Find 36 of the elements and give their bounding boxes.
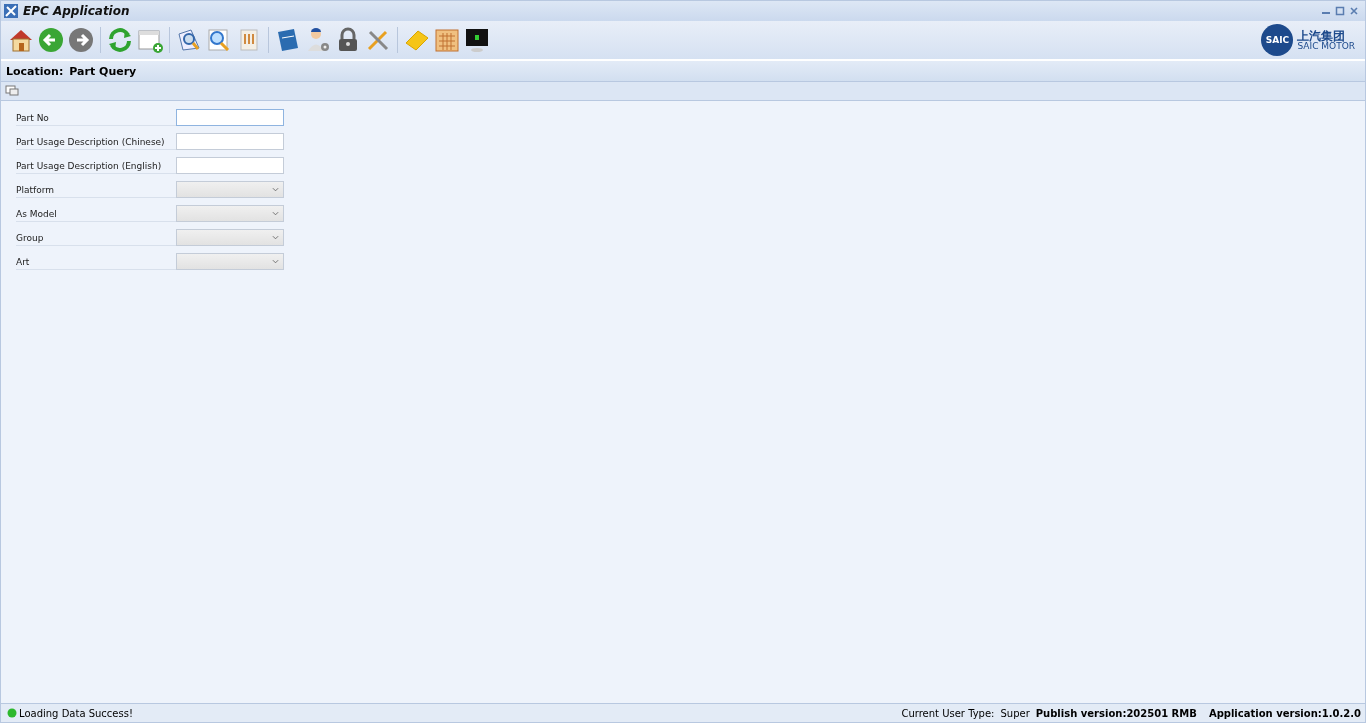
text-field[interactable] xyxy=(176,133,284,150)
dropdown-field[interactable] xyxy=(176,229,284,246)
text-field[interactable] xyxy=(176,157,284,174)
application-version: Application version:1.0.2.0 xyxy=(1208,707,1361,719)
dropdown-field[interactable] xyxy=(176,253,284,270)
magnifier-document-icon[interactable] xyxy=(175,26,203,54)
location-value: Part Query xyxy=(69,64,137,78)
field-label: As Model xyxy=(16,205,176,222)
field-label: Part Usage Description (Chinese) xyxy=(16,133,176,150)
app-icon xyxy=(3,3,19,19)
location-label: Location: xyxy=(6,64,64,78)
refresh-icon[interactable] xyxy=(106,26,134,54)
user-type-value: Super xyxy=(1000,707,1030,719)
user-type-label: Current User Type: xyxy=(901,707,995,719)
logo-chinese-text: 上汽集团 xyxy=(1297,29,1346,42)
dropdown-field[interactable] xyxy=(176,181,284,198)
logo-english-text: SAIC MOTOR xyxy=(1297,41,1355,51)
field-label: Part Usage Description (English) xyxy=(16,157,176,174)
monitor-icon[interactable] xyxy=(463,26,491,54)
chevron-down-icon xyxy=(272,211,279,216)
field-label: Platform xyxy=(16,181,176,198)
chevron-down-icon xyxy=(272,259,279,264)
field-label: Art xyxy=(16,253,176,270)
field-label: Part No xyxy=(16,109,176,126)
window-title: EPC Application xyxy=(23,4,130,18)
status-message: Loading Data Success! xyxy=(19,707,133,719)
status-ok-icon xyxy=(7,708,17,718)
dropdown-field[interactable] xyxy=(176,205,284,222)
logo-badge: SAIC xyxy=(1261,24,1294,56)
publish-version: Publish version:202501 RMB xyxy=(1035,707,1197,719)
chevron-down-icon xyxy=(272,235,279,240)
chevron-down-icon xyxy=(272,187,279,192)
text-field[interactable] xyxy=(176,109,284,126)
maximize-icon[interactable] xyxy=(1335,6,1345,16)
close-icon[interactable] xyxy=(1349,6,1359,16)
field-label: Group xyxy=(16,229,176,246)
